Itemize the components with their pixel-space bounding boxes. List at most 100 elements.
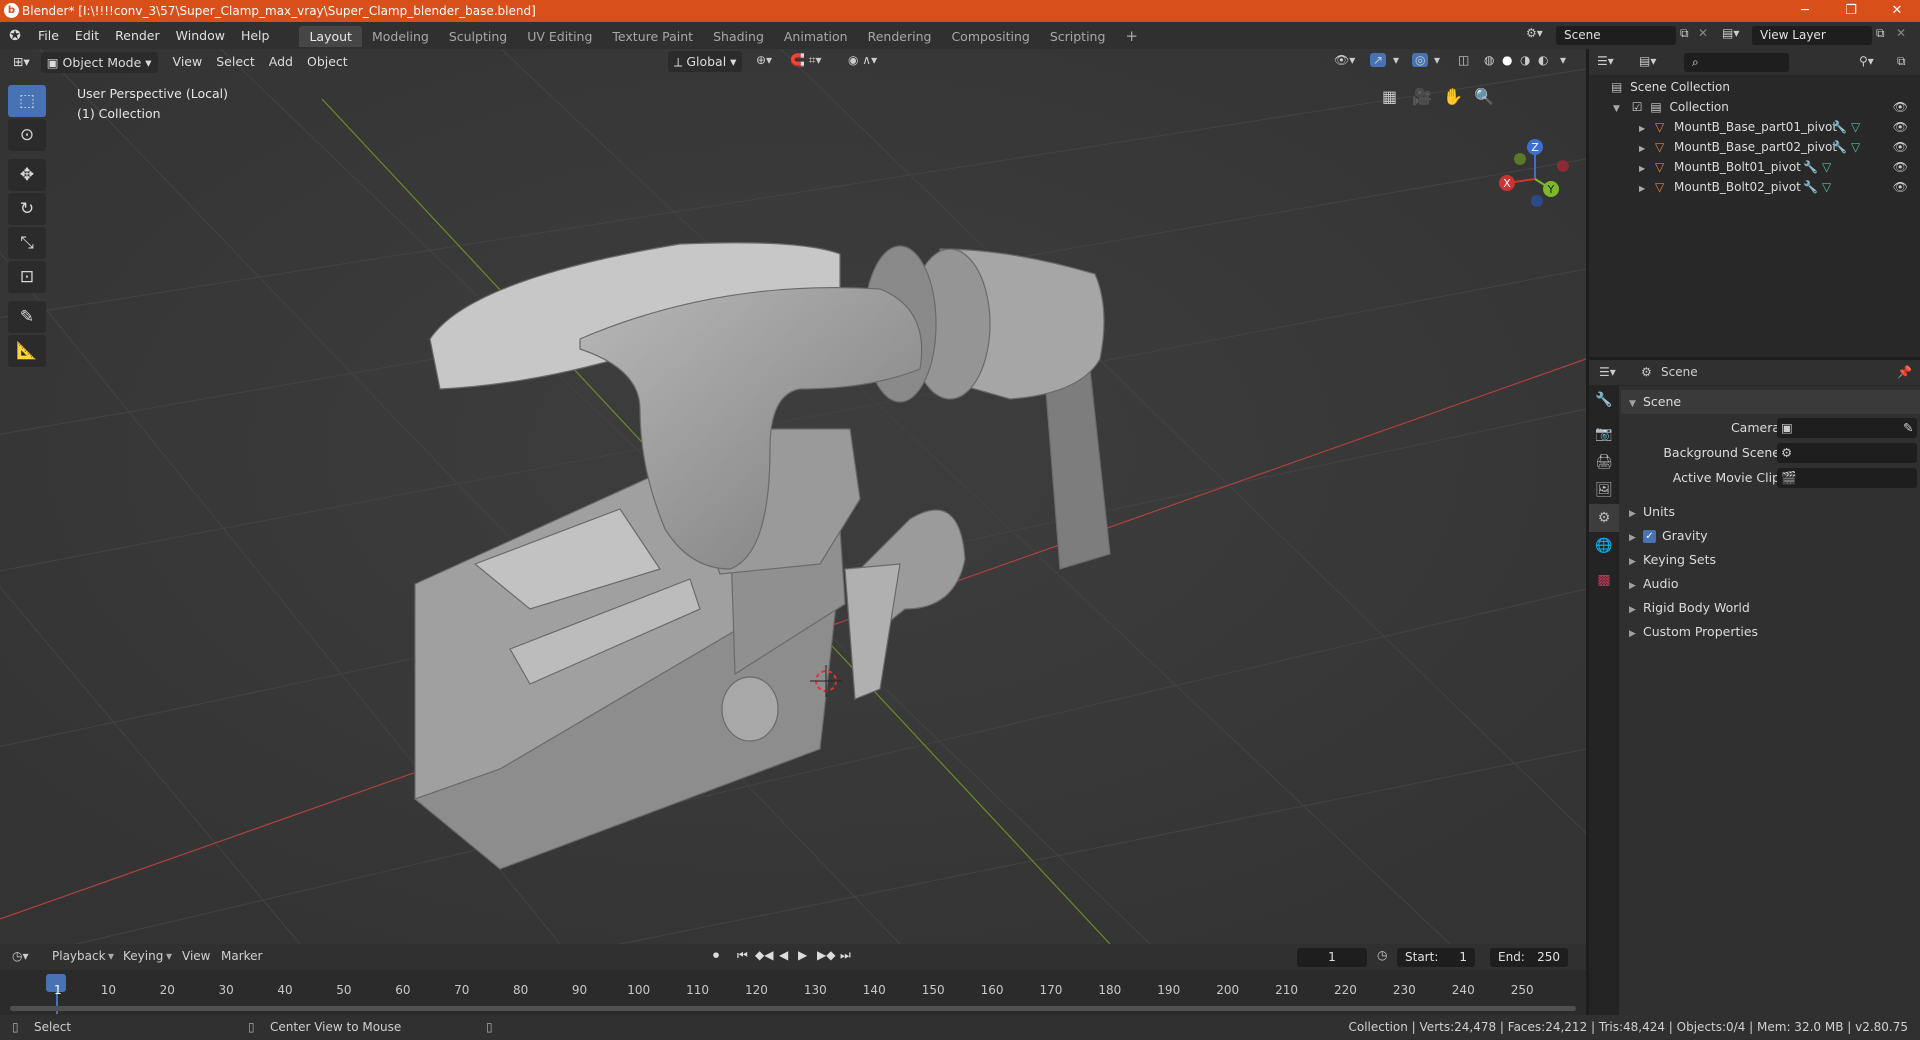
- panel-expand-icon[interactable]: ▶: [1629, 598, 1643, 622]
- visibility-icon[interactable]: 👁▾: [1334, 53, 1355, 67]
- mesh-data-icon[interactable]: ▽: [1822, 157, 1831, 177]
- tab-layout[interactable]: Layout: [299, 26, 362, 47]
- pin-icon[interactable]: 📌: [1897, 365, 1912, 379]
- play-reverse-icon[interactable]: ◀: [779, 948, 788, 962]
- menu-render[interactable]: Render: [107, 22, 168, 49]
- scene-panel-header[interactable]: ▼ Scene: [1621, 390, 1920, 414]
- record-icon[interactable]: ⏺: [713, 948, 719, 963]
- expand-arrow-icon[interactable]: ▼: [1613, 104, 1620, 114]
- tab-uv-editing[interactable]: UV Editing: [517, 26, 602, 47]
- expand-arrow-icon[interactable]: ▶: [1639, 144, 1645, 153]
- overlays-icon[interactable]: ◎: [1412, 53, 1429, 67]
- start-frame-field[interactable]: Start: 1: [1397, 948, 1475, 967]
- mode-dropdown[interactable]: ▣ Object Mode ▾: [40, 51, 158, 73]
- mesh-data-icon[interactable]: ▽: [1851, 137, 1860, 157]
- modifier-icon[interactable]: 🔧: [1803, 157, 1818, 177]
- outliner-search-input[interactable]: ⌕: [1684, 53, 1789, 72]
- current-frame-field[interactable]: 1: [1297, 948, 1367, 967]
- scene-collection-row[interactable]: ▤ Scene Collection: [1589, 77, 1920, 97]
- menu-file[interactable]: File: [30, 22, 67, 49]
- pivot-icon[interactable]: ⊕▾: [756, 53, 772, 67]
- outliner-item[interactable]: ▶ ▽ MountB_Bolt02_pivot 🔧 ▽ 👁: [1589, 177, 1920, 197]
- panel-expand-icon[interactable]: ▶: [1629, 502, 1643, 526]
- view-layer-tab-icon[interactable]: 🖼: [1589, 476, 1619, 504]
- tab-animation[interactable]: Animation: [774, 26, 858, 47]
- jump-end-icon[interactable]: ⏭: [840, 948, 851, 963]
- cursor-tool-icon[interactable]: ⊙: [8, 119, 46, 151]
- next-keyframe-icon[interactable]: ▶◆: [817, 948, 835, 962]
- menu-add[interactable]: Add: [262, 51, 300, 73]
- close-button[interactable]: ✕: [1874, 0, 1920, 22]
- timeline-editor-icon[interactable]: ◷▾: [12, 949, 29, 963]
- eye-icon[interactable]: 👁: [1893, 157, 1908, 177]
- outliner-editor-icon[interactable]: ☰▾: [1597, 54, 1614, 68]
- new-scene-icon[interactable]: ⧉: [1680, 26, 1689, 41]
- collection-row[interactable]: ▼ ☑ ▤ Collection 👁: [1589, 97, 1920, 117]
- maximize-button[interactable]: ❐: [1828, 0, 1874, 22]
- annotate-tool-icon[interactable]: ✎: [8, 301, 46, 333]
- solid-shading-icon[interactable]: ●: [1502, 53, 1512, 67]
- rigid-body-world-panel[interactable]: ▶ Rigid Body World: [1621, 596, 1920, 620]
- menu-window[interactable]: Window: [168, 22, 233, 49]
- menu-select[interactable]: Select: [209, 51, 262, 73]
- tab-texture-paint[interactable]: Texture Paint: [602, 26, 703, 47]
- expand-arrow-icon[interactable]: ▶: [1639, 184, 1645, 193]
- menu-view[interactable]: View: [166, 51, 210, 73]
- camera-view-icon[interactable]: 🎥: [1412, 87, 1432, 106]
- gizmo-toggle-icon[interactable]: ↗: [1370, 53, 1387, 67]
- display-mode-icon[interactable]: ▤▾: [1639, 54, 1656, 68]
- new-collection-icon[interactable]: ⧉: [1897, 54, 1906, 69]
- delete-scene-icon[interactable]: ✕: [1698, 26, 1708, 40]
- tab-shading[interactable]: Shading: [703, 26, 774, 47]
- outliner-item[interactable]: ▶ ▽ MountB_Base_part02_pivot 🔧 ▽ 👁: [1589, 137, 1920, 157]
- menu-edit[interactable]: Edit: [67, 22, 107, 49]
- menu-timeline-view[interactable]: View: [182, 949, 210, 963]
- select-box-tool-icon[interactable]: ⬚: [8, 85, 46, 117]
- zoom-icon[interactable]: 🔍: [1474, 87, 1494, 106]
- panel-expand-icon[interactable]: ▶: [1629, 574, 1643, 598]
- move-tool-icon[interactable]: ✥: [8, 159, 46, 191]
- timeline-scrollbar[interactable]: [10, 1006, 1576, 1011]
- tab-compositing[interactable]: Compositing: [941, 26, 1039, 47]
- minimize-button[interactable]: ─: [1782, 0, 1828, 22]
- viewlayer-icon[interactable]: ▤▾: [1722, 26, 1739, 40]
- render-tab-icon[interactable]: 📷: [1589, 420, 1619, 448]
- menu-marker[interactable]: Marker: [221, 949, 262, 963]
- rotate-tool-icon[interactable]: ↻: [8, 193, 46, 225]
- keying-sets-panel[interactable]: ▶ Keying Sets: [1621, 548, 1920, 572]
- overlays-dropdown-icon[interactable]: ▾: [1434, 53, 1440, 67]
- filter-icon[interactable]: ⚲▾: [1859, 54, 1874, 68]
- blender-menu-icon[interactable]: ✪: [0, 28, 30, 44]
- gravity-panel[interactable]: ▶ ✓ Gravity: [1621, 524, 1920, 548]
- texture-tab-icon[interactable]: ▩: [1589, 566, 1619, 594]
- scale-tool-icon[interactable]: ⤡: [8, 227, 46, 259]
- outliner-item[interactable]: ▶ ▽ MountB_Bolt01_pivot 🔧 ▽ 👁: [1589, 157, 1920, 177]
- expand-arrow-icon[interactable]: ▶: [1639, 164, 1645, 173]
- modifier-icon[interactable]: 🔧: [1803, 177, 1818, 197]
- menu-object[interactable]: Object: [300, 51, 355, 73]
- outliner-item[interactable]: ▶ ▽ MountB_Base_part01_pivot 🔧 ▽ 👁: [1589, 117, 1920, 137]
- end-frame-field[interactable]: End: 250: [1490, 948, 1568, 967]
- gizmo-dropdown-icon[interactable]: ▾: [1393, 53, 1399, 67]
- new-view-layer-icon[interactable]: ⧉: [1876, 26, 1885, 41]
- active-movie-clip-field[interactable]: [1777, 468, 1917, 488]
- transform-tool-icon[interactable]: ⊡: [8, 261, 46, 293]
- scene-field[interactable]: Scene: [1556, 26, 1676, 45]
- panel-expand-icon[interactable]: ▶: [1629, 550, 1643, 574]
- world-tab-icon[interactable]: 🌐: [1589, 532, 1619, 560]
- properties-editor-icon[interactable]: ☰▾: [1599, 365, 1616, 379]
- measure-tool-icon[interactable]: 📐: [8, 335, 46, 367]
- custom-properties-panel[interactable]: ▶ Custom Properties: [1621, 620, 1920, 644]
- menu-help[interactable]: Help: [233, 22, 278, 49]
- output-tab-icon[interactable]: 🖨: [1589, 448, 1619, 476]
- proportional-edit-icon[interactable]: ◉ ∧▾: [848, 53, 877, 67]
- eye-icon[interactable]: 👁: [1893, 97, 1908, 117]
- panel-expand-icon[interactable]: ▶: [1629, 622, 1643, 646]
- rendered-shading-icon[interactable]: ◐: [1538, 53, 1548, 67]
- units-panel[interactable]: ▶ Units: [1621, 500, 1920, 524]
- pan-hand-icon[interactable]: ✋: [1443, 87, 1463, 106]
- camera-field[interactable]: [1777, 418, 1917, 438]
- modifier-icon[interactable]: 🔧: [1832, 137, 1847, 157]
- tab-sculpting[interactable]: Sculpting: [439, 26, 517, 47]
- panel-expand-icon[interactable]: ▶: [1629, 526, 1643, 550]
